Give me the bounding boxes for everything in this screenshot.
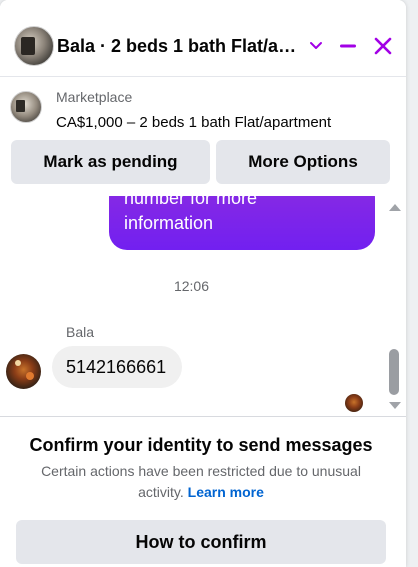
chat-window: Bala · 2 beds 1 bath Flat/a… Marketplace… xyxy=(0,0,406,567)
learn-more-link[interactable]: Learn more xyxy=(188,484,264,500)
listing-thumbnail[interactable] xyxy=(10,91,42,123)
incoming-message[interactable]: 5142166661 xyxy=(52,346,182,388)
notice-title: Confirm your identity to send messages xyxy=(29,435,373,455)
outgoing-message-line: information xyxy=(124,213,214,233)
outgoing-message[interactable]: number for more information xyxy=(109,196,375,250)
scroll-up-arrow-icon[interactable] xyxy=(389,204,401,211)
notice-body: Certain actions have been restricted due… xyxy=(24,461,378,503)
restriction-notice: Confirm your identity to send messages C… xyxy=(0,417,406,567)
scroll-thumb[interactable] xyxy=(389,349,399,395)
message-timestamp: 12:06 xyxy=(173,278,210,294)
more-options-button[interactable]: More Options xyxy=(216,140,390,184)
contact-avatar[interactable] xyxy=(14,26,54,66)
mark-as-pending-button[interactable]: Mark as pending xyxy=(11,140,210,184)
chevron-down-icon[interactable] xyxy=(302,32,330,60)
chat-header: Bala · 2 beds 1 bath Flat/a… xyxy=(0,0,406,74)
scroll-down-arrow-icon[interactable] xyxy=(389,402,401,409)
close-icon[interactable] xyxy=(369,32,397,60)
listing-source: Marketplace xyxy=(56,89,133,105)
message-thread[interactable]: number for more information 12:06 Bala 5… xyxy=(0,196,406,416)
marketplace-listing: Marketplace CA$1,000 – 2 beds 1 bath Fla… xyxy=(0,77,406,196)
message-scrollbar[interactable] xyxy=(385,196,403,416)
chat-title[interactable]: Bala · 2 beds 1 bath Flat/a… xyxy=(57,36,296,57)
sender-name: Bala xyxy=(66,324,95,340)
listing-title[interactable]: CA$1,000 – 2 beds 1 bath Flat/apartment xyxy=(56,114,331,131)
minimize-icon[interactable] xyxy=(334,32,362,60)
seen-indicator-avatar xyxy=(345,394,363,412)
outgoing-message-line: number for more xyxy=(124,196,258,208)
sender-avatar[interactable] xyxy=(6,354,41,389)
how-to-confirm-button[interactable]: How to confirm xyxy=(16,520,386,564)
